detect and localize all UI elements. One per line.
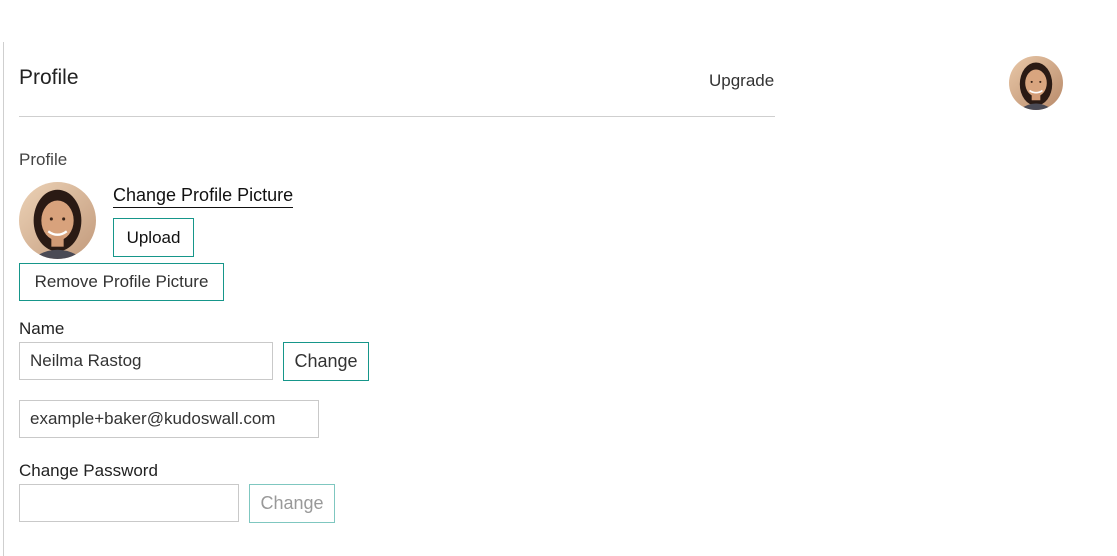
- left-border: [3, 42, 4, 556]
- change-password-button[interactable]: Change: [249, 484, 335, 523]
- password-input[interactable]: [19, 484, 239, 522]
- upgrade-link[interactable]: Upgrade: [709, 71, 774, 91]
- header-divider: [19, 116, 775, 117]
- remove-profile-picture-button[interactable]: Remove Profile Picture: [19, 263, 224, 301]
- profile-page: Profile Upgrade Profile Change Profile P…: [0, 0, 1117, 556]
- profile-section-label: Profile: [19, 150, 68, 169]
- name-input[interactable]: [19, 342, 273, 380]
- name-label: Name: [19, 319, 65, 338]
- email-input[interactable]: [19, 400, 319, 438]
- profile-picture: [19, 182, 96, 259]
- change-password-label: Change Password: [19, 461, 158, 480]
- change-name-button[interactable]: Change: [283, 342, 369, 381]
- user-avatar[interactable]: [1009, 56, 1063, 110]
- page-title: Profile: [19, 66, 79, 89]
- avatar-image: [1009, 56, 1063, 110]
- upload-button[interactable]: Upload: [113, 218, 194, 257]
- change-profile-picture-link[interactable]: Change Profile Picture: [113, 185, 294, 208]
- profile-picture-image: [19, 182, 96, 259]
